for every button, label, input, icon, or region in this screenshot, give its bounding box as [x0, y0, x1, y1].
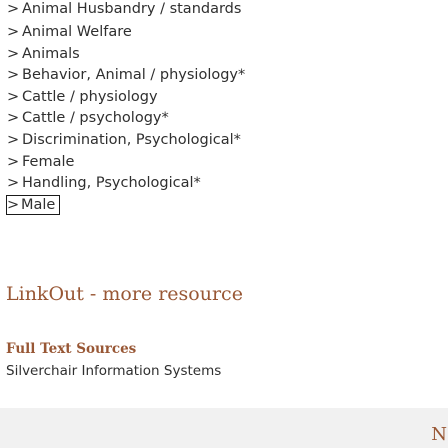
chevron-right-icon: >: [7, 175, 20, 191]
chevron-right-icon: >: [7, 89, 20, 105]
chevron-right-icon: >: [7, 1, 20, 17]
mesh-term-label: Cattle / physiology: [22, 89, 158, 105]
bottom-section-title-partial: N(: [431, 424, 448, 445]
chevron-right-icon: >: [7, 110, 20, 126]
mesh-term-discrimination[interactable]: > Discrimination, Psychological*: [0, 130, 241, 151]
chevron-right-icon: >: [7, 46, 20, 62]
chevron-right-icon: >: [7, 132, 20, 148]
mesh-term-animals[interactable]: > Animals: [0, 44, 80, 65]
chevron-right-icon: >: [7, 67, 20, 83]
full-text-sources-heading: Full Text Sources: [6, 341, 137, 357]
linkout-section-title: LinkOut - more resource: [6, 283, 243, 305]
mesh-term-animal-husbandry[interactable]: > Animal Husbandry / standards: [0, 2, 241, 20]
mesh-term-label: Male: [21, 197, 56, 213]
mesh-term-behavior-animal[interactable]: > Behavior, Animal / physiology*: [0, 65, 245, 86]
chevron-right-icon: >: [7, 154, 20, 170]
mesh-term-handling[interactable]: > Handling, Psychological*: [0, 173, 201, 194]
bottom-section-band: N(: [0, 408, 448, 448]
mesh-term-label: Animal Welfare: [22, 24, 132, 40]
mesh-term-label: Handling, Psychological*: [22, 175, 201, 191]
mesh-term-male[interactable]: > Male: [6, 195, 61, 215]
mesh-term-label: Animal Husbandry / standards: [22, 1, 242, 17]
mesh-term-label: Female: [22, 154, 75, 170]
mesh-term-animal-welfare[interactable]: > Animal Welfare: [0, 22, 132, 43]
mesh-term-female[interactable]: > Female: [0, 152, 74, 173]
mesh-term-label: Behavior, Animal / physiology*: [22, 67, 246, 83]
chevron-right-icon: >: [7, 197, 20, 213]
mesh-term-label: Cattle / psychology*: [22, 110, 169, 126]
mesh-term-cattle-physiology[interactable]: > Cattle / physiology: [0, 87, 158, 108]
mesh-term-label: Discrimination, Psychological*: [22, 132, 241, 148]
mesh-term-label: Animals: [22, 46, 80, 62]
page: > Animal Husbandry / standards > Animal We…: [0, 0, 448, 448]
silverchair-link[interactable]: Silverchair Information Systems: [6, 363, 221, 379]
mesh-term-cattle-psychology[interactable]: > Cattle / psychology*: [0, 108, 169, 129]
chevron-right-icon: >: [7, 24, 20, 40]
